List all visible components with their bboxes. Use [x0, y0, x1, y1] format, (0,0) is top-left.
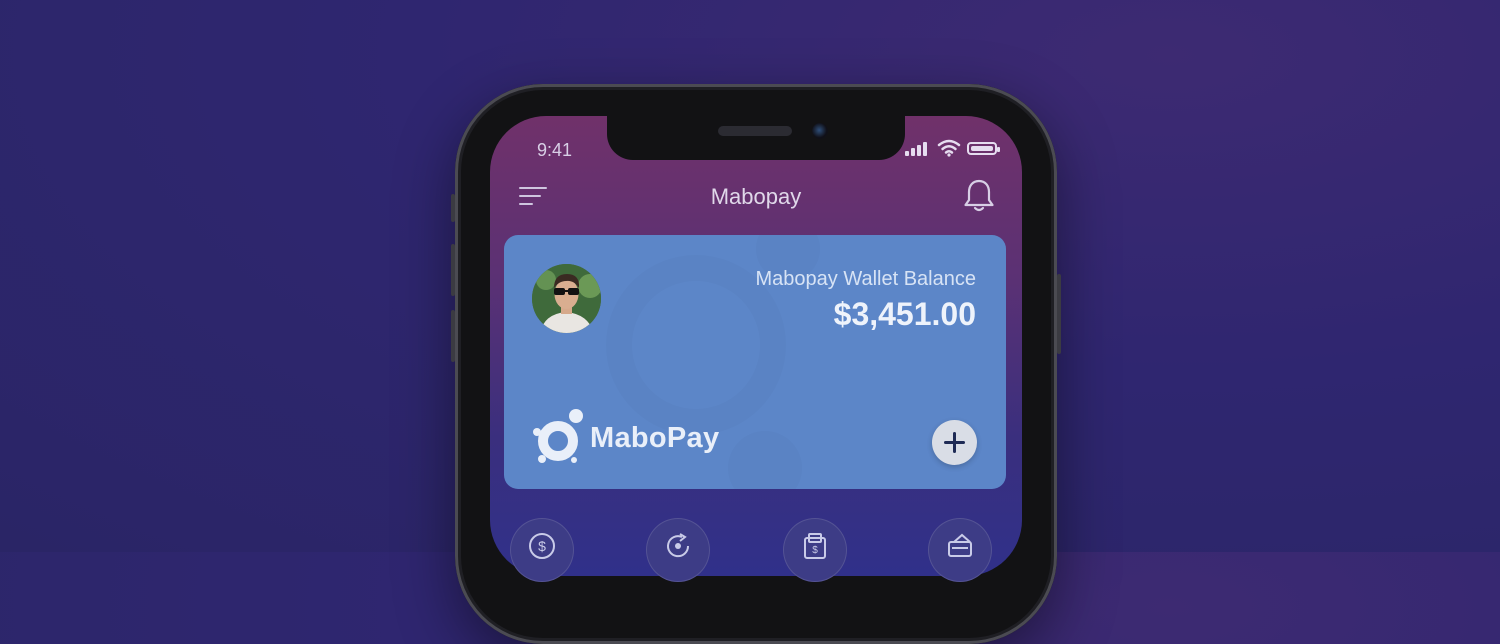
balance-amount: $3,451.00 — [833, 296, 976, 332]
status-time: 9:41 — [537, 140, 573, 160]
quick-action-cards[interactable] — [928, 518, 992, 582]
balance-label: Mabopay Wallet Balance — [755, 268, 977, 290]
wallet-bill-icon: $ — [804, 533, 826, 559]
profile-photo — [532, 264, 601, 333]
bell-icon[interactable] — [962, 178, 996, 214]
card-decoration — [632, 281, 760, 409]
wifi-icon — [937, 139, 961, 157]
earpiece-speaker — [718, 126, 792, 136]
battery-icon — [967, 142, 1000, 155]
add-funds-button[interactable] — [932, 420, 977, 465]
volume-up-button — [451, 244, 455, 296]
app-title: Mabopay — [710, 184, 802, 209]
front-camera — [812, 123, 828, 139]
svg-text:$: $ — [812, 545, 818, 556]
status-icons — [905, 139, 1005, 159]
avatar[interactable] — [532, 264, 601, 333]
cellular-signal-icon — [905, 142, 929, 156]
dollar-coin-icon: $ — [529, 533, 555, 559]
quick-action-recurring[interactable] — [646, 518, 710, 582]
card-icon — [948, 533, 972, 557]
volume-down-button — [451, 310, 455, 362]
refresh-arrow-icon — [667, 533, 690, 558]
quick-action-send-money[interactable]: $ — [510, 518, 574, 582]
menu-icon[interactable] — [519, 186, 547, 208]
mute-switch — [451, 194, 455, 222]
mabopay-logo-icon — [533, 409, 583, 463]
brand-name: MaboPay — [590, 422, 720, 454]
side-button — [1057, 274, 1061, 354]
quick-action-bills[interactable]: $ — [783, 518, 847, 582]
card-decoration — [728, 431, 802, 489]
